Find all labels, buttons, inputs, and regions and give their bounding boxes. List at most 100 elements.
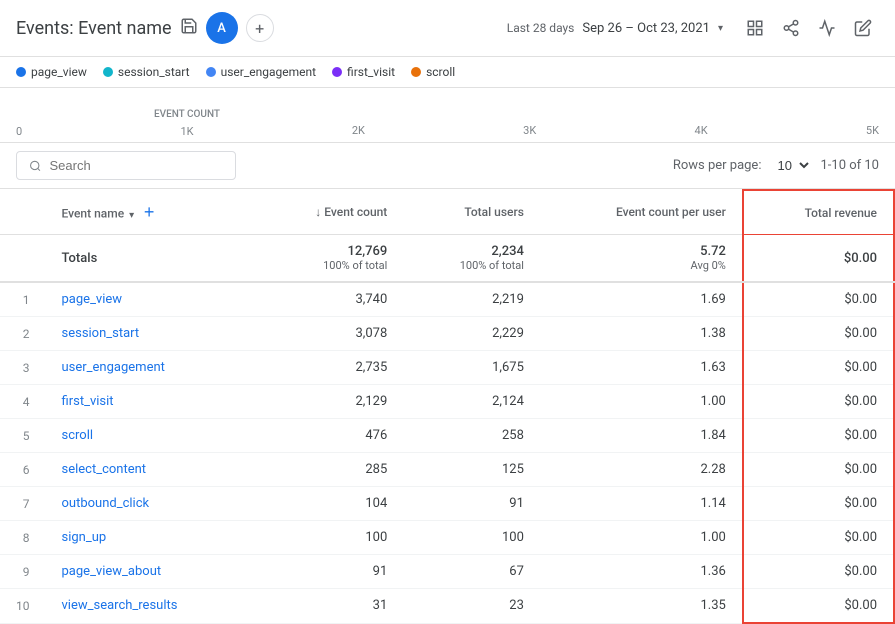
event-name-link[interactable]: page_view_about [62, 564, 162, 579]
event-name-link[interactable]: outbound_click [62, 496, 150, 511]
row-event-name: page_view_about [46, 555, 256, 589]
row-total-users: 2,219 [403, 282, 540, 317]
table-header-row: Event name ▾ + ↓ Event count Total users… [0, 190, 894, 235]
chart-event-count-label: EVENT COUNT [154, 109, 220, 120]
customize-report-button[interactable] [739, 12, 771, 44]
save-report-icon[interactable] [180, 17, 198, 39]
table-row: 3 user_engagement 2,735 1,675 1.63 $0.00 [0, 351, 894, 385]
row-total-users: 23 [403, 589, 540, 624]
user-avatar[interactable]: A [206, 12, 238, 44]
row-num: 2 [0, 317, 46, 351]
row-event-count: 91 [256, 555, 404, 589]
row-event-count-per-user: 1.35 [540, 589, 743, 624]
event-name-dropdown[interactable]: ▾ [129, 210, 134, 221]
row-event-count: 2,735 [256, 351, 404, 385]
row-event-name: page_view [46, 282, 256, 317]
col-header-event-count[interactable]: ↓ Event count [256, 190, 404, 235]
edit-button[interactable] [847, 12, 879, 44]
row-event-name: user_engagement [46, 351, 256, 385]
search-box[interactable] [16, 151, 236, 180]
insights-button[interactable] [811, 12, 843, 44]
event-name-link[interactable]: scroll [62, 428, 94, 443]
event-name-link[interactable]: user_engagement [62, 360, 165, 375]
chart-axis-0: 0 [16, 125, 22, 138]
row-event-count-per-user: 1.38 [540, 317, 743, 351]
last-days-label: Last 28 days [507, 21, 575, 35]
row-total-revenue: $0.00 [743, 282, 894, 317]
chart-axis-1k: 1K [180, 125, 193, 138]
table-row: 10 view_search_results 31 23 1.35 $0.00 [0, 589, 894, 624]
row-total-users: 91 [403, 487, 540, 521]
row-event-count: 3,740 [256, 282, 404, 317]
chart-axis-3k: 3K [523, 124, 536, 137]
row-event-count: 285 [256, 453, 404, 487]
row-event-name: view_search_results [46, 589, 256, 624]
share-button[interactable] [775, 12, 807, 44]
event-name-link[interactable]: sign_up [62, 530, 107, 545]
header-left: Events: Event name A + [16, 12, 274, 44]
row-total-revenue: $0.00 [743, 385, 894, 419]
table-row: 2 session_start 3,078 2,229 1.38 $0.00 [0, 317, 894, 351]
row-event-name: sign_up [46, 521, 256, 555]
legend-item-first-visit: first_visit [332, 65, 395, 79]
rows-per-page-label: Rows per page: [673, 158, 762, 173]
row-event-count-per-user: 1.00 [540, 385, 743, 419]
row-total-revenue: $0.00 [743, 487, 894, 521]
date-range-chevron: ▾ [718, 23, 723, 34]
row-event-count: 3,078 [256, 317, 404, 351]
page-header: Events: Event name A + Last 28 days Sep … [0, 0, 895, 57]
totals-num [0, 235, 46, 283]
col-header-event-count-per-user: Event count per user [540, 190, 743, 235]
legend-label-scroll: scroll [426, 65, 455, 79]
rows-per-page-select[interactable]: 10 25 50 [769, 155, 812, 176]
row-total-users: 2,124 [403, 385, 540, 419]
row-total-revenue: $0.00 [743, 351, 894, 385]
row-event-count: 31 [256, 589, 404, 624]
col-header-total-revenue: Total revenue [743, 190, 894, 235]
row-event-count-per-user: 1.84 [540, 419, 743, 453]
row-num: 9 [0, 555, 46, 589]
event-name-link[interactable]: select_content [62, 462, 147, 477]
col-header-total-users: Total users [403, 190, 540, 235]
row-event-count-per-user: 1.63 [540, 351, 743, 385]
events-table: Event name ▾ + ↓ Event count Total users… [0, 189, 895, 624]
row-num: 4 [0, 385, 46, 419]
row-event-count: 104 [256, 487, 404, 521]
table-row: 4 first_visit 2,129 2,124 1.00 $0.00 [0, 385, 894, 419]
table-row: 8 sign_up 100 100 1.00 $0.00 [0, 521, 894, 555]
col-header-num [0, 190, 46, 235]
row-total-users: 258 [403, 419, 540, 453]
row-num: 8 [0, 521, 46, 555]
row-event-name: session_start [46, 317, 256, 351]
row-event-name: scroll [46, 419, 256, 453]
events-table-container: Event name ▾ + ↓ Event count Total users… [0, 189, 895, 624]
totals-event-count-per-user: 5.72 Avg 0% [540, 235, 743, 283]
event-name-link[interactable]: first_visit [62, 394, 114, 409]
chart-axis-5k: 5K [866, 124, 879, 137]
event-name-link[interactable]: page_view [62, 292, 123, 307]
row-total-revenue: $0.00 [743, 555, 894, 589]
row-total-users: 1,675 [403, 351, 540, 385]
event-name-link[interactable]: view_search_results [62, 598, 178, 613]
legend-dot-session-start [103, 67, 113, 77]
chart-legend: page_view session_start user_engagement … [0, 57, 895, 88]
search-input[interactable] [50, 158, 223, 173]
row-total-users: 100 [403, 521, 540, 555]
page-title: Events: Event name [16, 18, 172, 39]
event-name-link[interactable]: session_start [62, 326, 140, 341]
toolbar-icons [739, 12, 879, 44]
date-range-selector[interactable]: Last 28 days Sep 26 – Oct 23, 2021 ▾ [507, 21, 723, 36]
row-event-name: first_visit [46, 385, 256, 419]
legend-dot-user-engagement [206, 67, 216, 77]
row-event-count: 2,129 [256, 385, 404, 419]
row-total-revenue: $0.00 [743, 589, 894, 624]
col-header-event-name[interactable]: Event name ▾ + [46, 190, 256, 235]
add-comparison-icon[interactable]: + [246, 14, 274, 42]
totals-event-count: 12,769 100% of total [256, 235, 404, 283]
legend-label-session-start: session_start [118, 65, 190, 79]
row-event-count: 476 [256, 419, 404, 453]
row-num: 7 [0, 487, 46, 521]
add-dimension-button[interactable]: + [137, 200, 161, 224]
totals-total-revenue: $0.00 [743, 235, 894, 283]
row-num: 3 [0, 351, 46, 385]
